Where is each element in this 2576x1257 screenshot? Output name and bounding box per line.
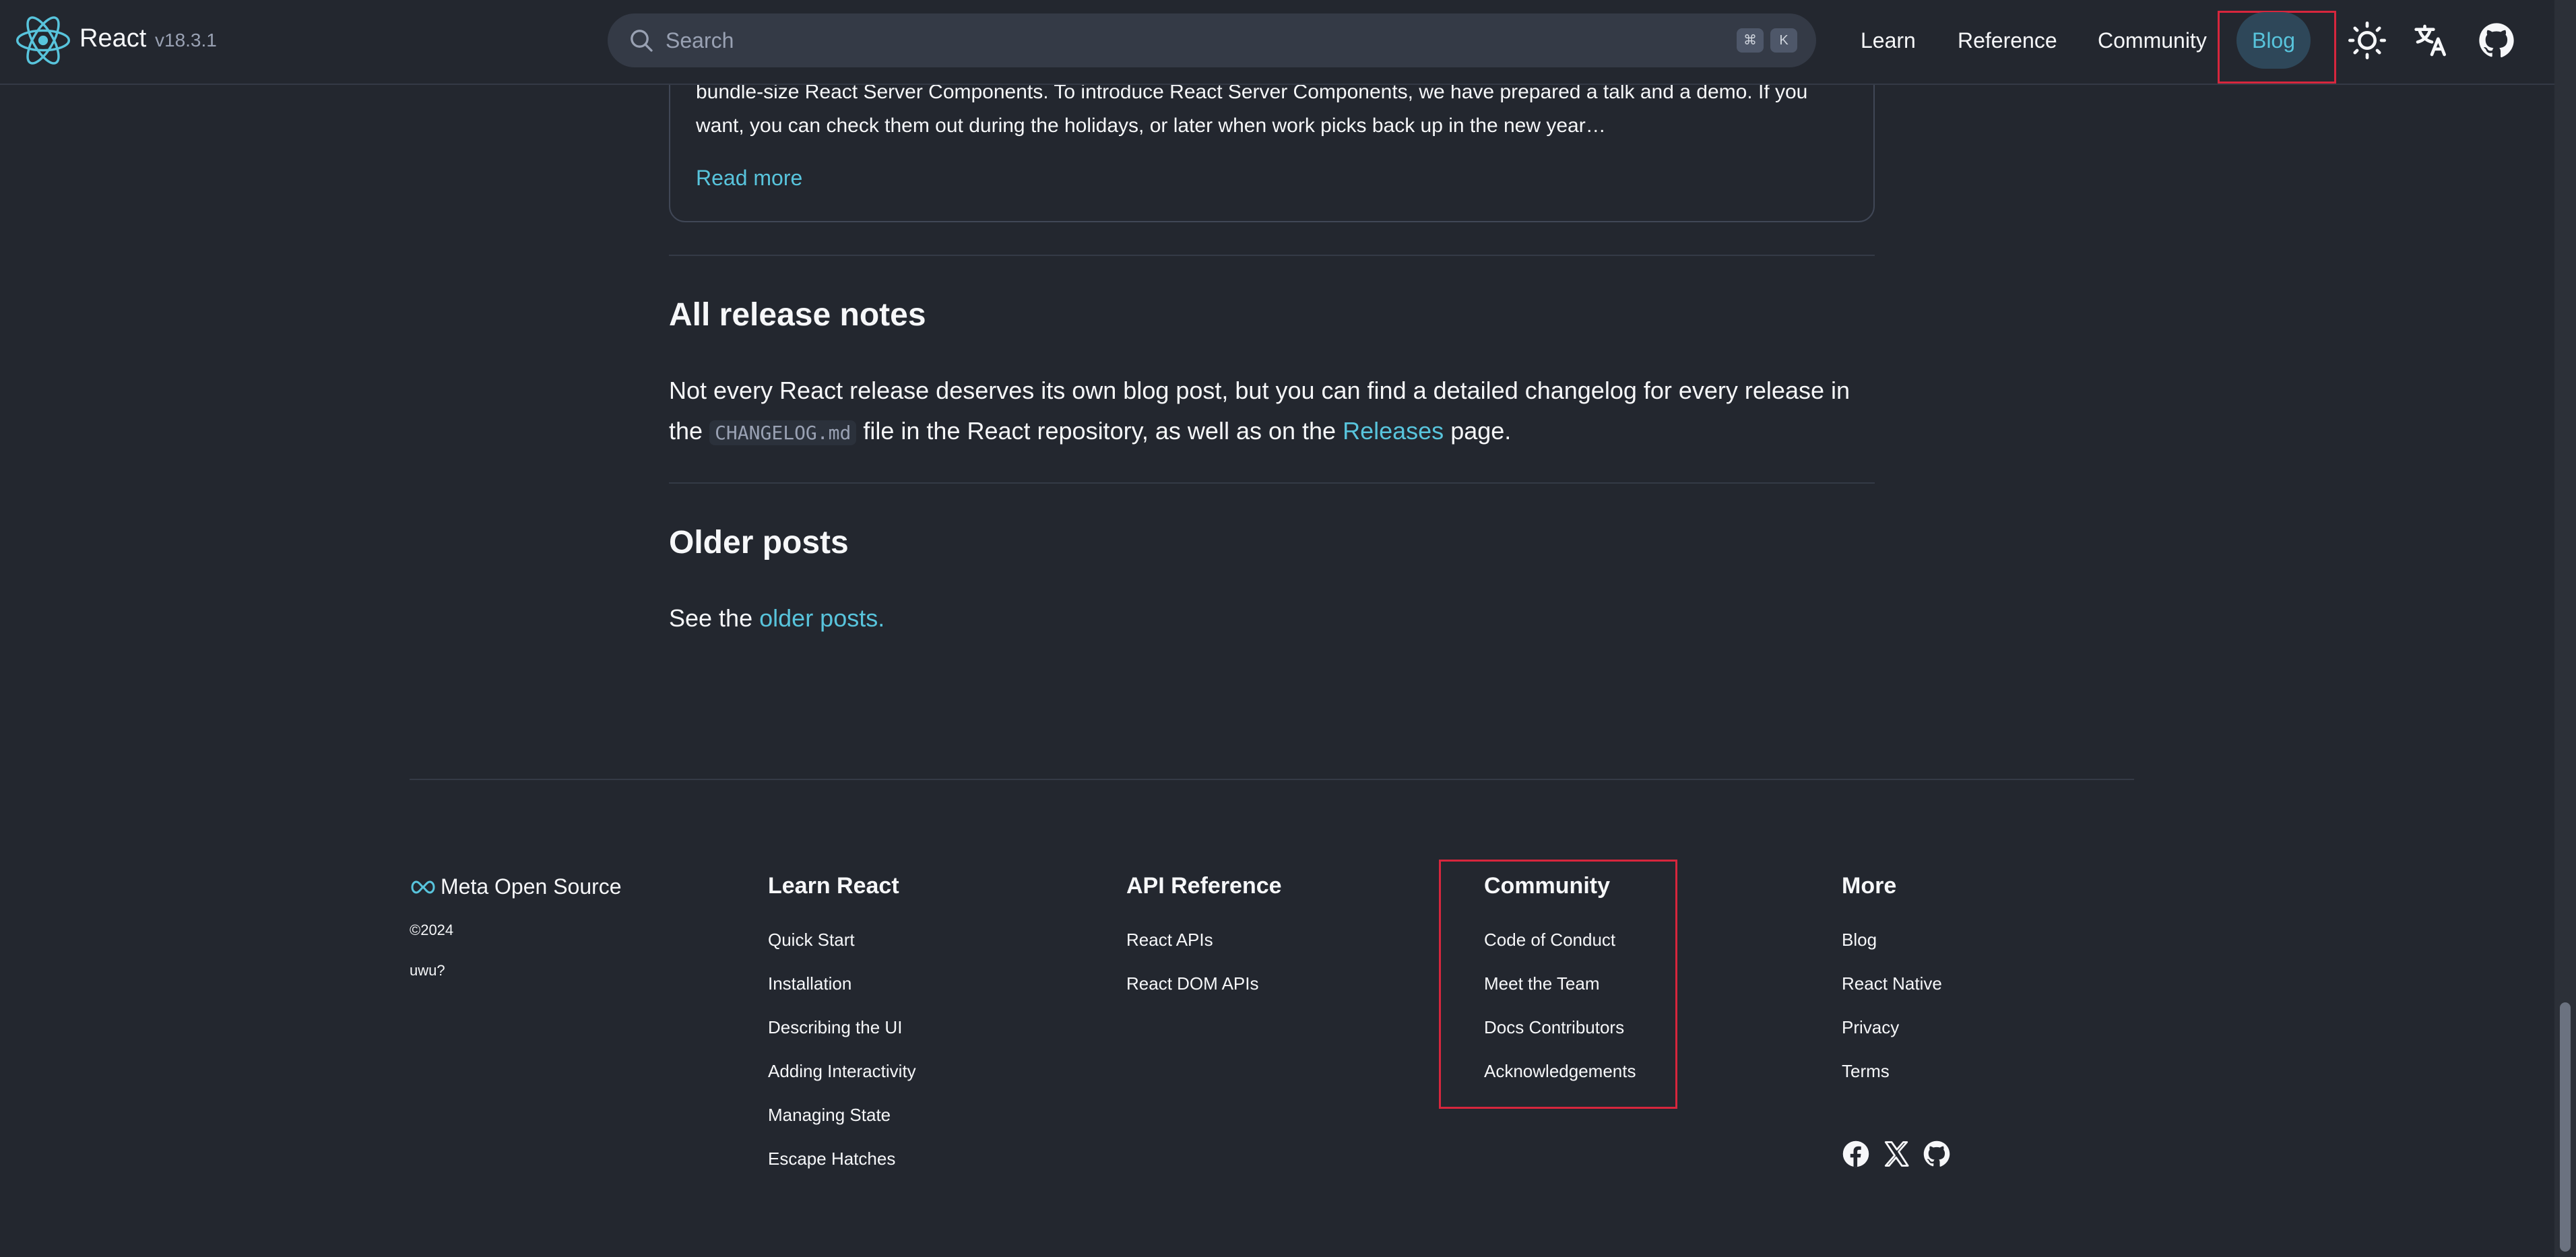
older-posts-prefix: See the [669, 604, 753, 632]
footer-divider [410, 779, 2134, 780]
footer-link-acknowledgements[interactable]: Acknowledgements [1484, 1061, 1636, 1082]
changelog-code[interactable]: CHANGELOG.md [709, 420, 857, 445]
release-notes-text-3: page. [1450, 417, 1512, 445]
footer-link-adding-interactivity[interactable]: Adding Interactivity [768, 1061, 916, 1082]
release-notes-paragraph: Not every React release deserves its own… [669, 370, 1881, 453]
footer-col-community-title: Community [1484, 873, 1610, 899]
release-notes-text-2: file in the React repository, as well as… [863, 417, 1337, 445]
nav-blog[interactable]: Blog [2236, 12, 2311, 69]
footer-link-escape-hatches[interactable]: Escape Hatches [768, 1149, 895, 1169]
search-placeholder: Search [666, 28, 734, 53]
uwu-toggle[interactable]: uwu? [410, 962, 445, 979]
footer-link-quick-start[interactable]: Quick Start [768, 930, 855, 950]
footer-link-code-of-conduct[interactable]: Code of Conduct [1484, 930, 1615, 950]
release-notes-heading: All release notes [669, 297, 926, 333]
search-icon [631, 30, 653, 52]
footer-link-terms[interactable]: Terms [1842, 1061, 1890, 1082]
divider [669, 482, 1875, 484]
github-icon[interactable] [1923, 1140, 1951, 1168]
logo-text[interactable]: React [79, 24, 146, 53]
footer-link-react-dom-apis[interactable]: React DOM APIs [1126, 973, 1259, 994]
footer-col-api-title: API Reference [1126, 873, 1282, 899]
cmd-key-hint: ⌘ [1737, 28, 1764, 53]
releases-link[interactable]: Releases [1343, 417, 1444, 445]
footer-link-installation[interactable]: Installation [768, 973, 851, 994]
footer-link-privacy[interactable]: Privacy [1842, 1017, 1899, 1038]
copyright: ©2024 [410, 922, 454, 938]
older-posts-heading: Older posts [669, 525, 849, 560]
k-key-hint: K [1770, 28, 1797, 53]
footer-link-meet-the-team[interactable]: Meet the Team [1484, 973, 1600, 994]
older-posts-link[interactable]: older posts. [759, 604, 884, 632]
facebook-icon[interactable] [1842, 1140, 1870, 1168]
meta-brand-text: Meta Open Source [441, 874, 622, 899]
footer-link-react-native[interactable]: React Native [1842, 973, 1942, 994]
divider [669, 255, 1875, 256]
footer-link-blog[interactable]: Blog [1842, 930, 1877, 950]
github-icon[interactable] [2478, 22, 2515, 59]
footer-link-managing-state[interactable]: Managing State [768, 1105, 891, 1126]
search-bar[interactable]: Search ⌘ K [608, 13, 1816, 67]
top-navbar: React v18.3.1 Search ⌘ K Learn Reference… [0, 0, 2554, 85]
language-icon[interactable] [2413, 22, 2451, 59]
footer-col-more-title: More [1842, 873, 1897, 899]
meta-open-source-logo[interactable]: Meta Open Source [410, 874, 622, 899]
scrollbar-thumb[interactable] [2560, 1002, 2571, 1252]
react-logo-icon[interactable] [16, 13, 70, 67]
nav-community[interactable]: Community [2098, 26, 2207, 55]
footer-link-docs-contributors[interactable]: Docs Contributors [1484, 1017, 1624, 1038]
older-posts-paragraph: See the older posts. [669, 598, 884, 639]
meta-infinity-icon [411, 880, 435, 894]
card-excerpt: bundle-size React Server Components. To … [696, 81, 1808, 137]
x-twitter-icon[interactable] [1882, 1140, 1910, 1168]
read-more-link[interactable]: Read more [696, 166, 802, 191]
footer-link-react-apis[interactable]: React APIs [1126, 930, 1213, 950]
version-label: v18.3.1 [155, 30, 217, 51]
nav-reference[interactable]: Reference [1958, 26, 2057, 55]
footer-col-learn-title: Learn React [768, 873, 899, 899]
theme-toggle-icon[interactable] [2348, 22, 2386, 59]
footer-link-describing-ui[interactable]: Describing the UI [768, 1017, 902, 1038]
nav-learn[interactable]: Learn [1861, 26, 1916, 55]
